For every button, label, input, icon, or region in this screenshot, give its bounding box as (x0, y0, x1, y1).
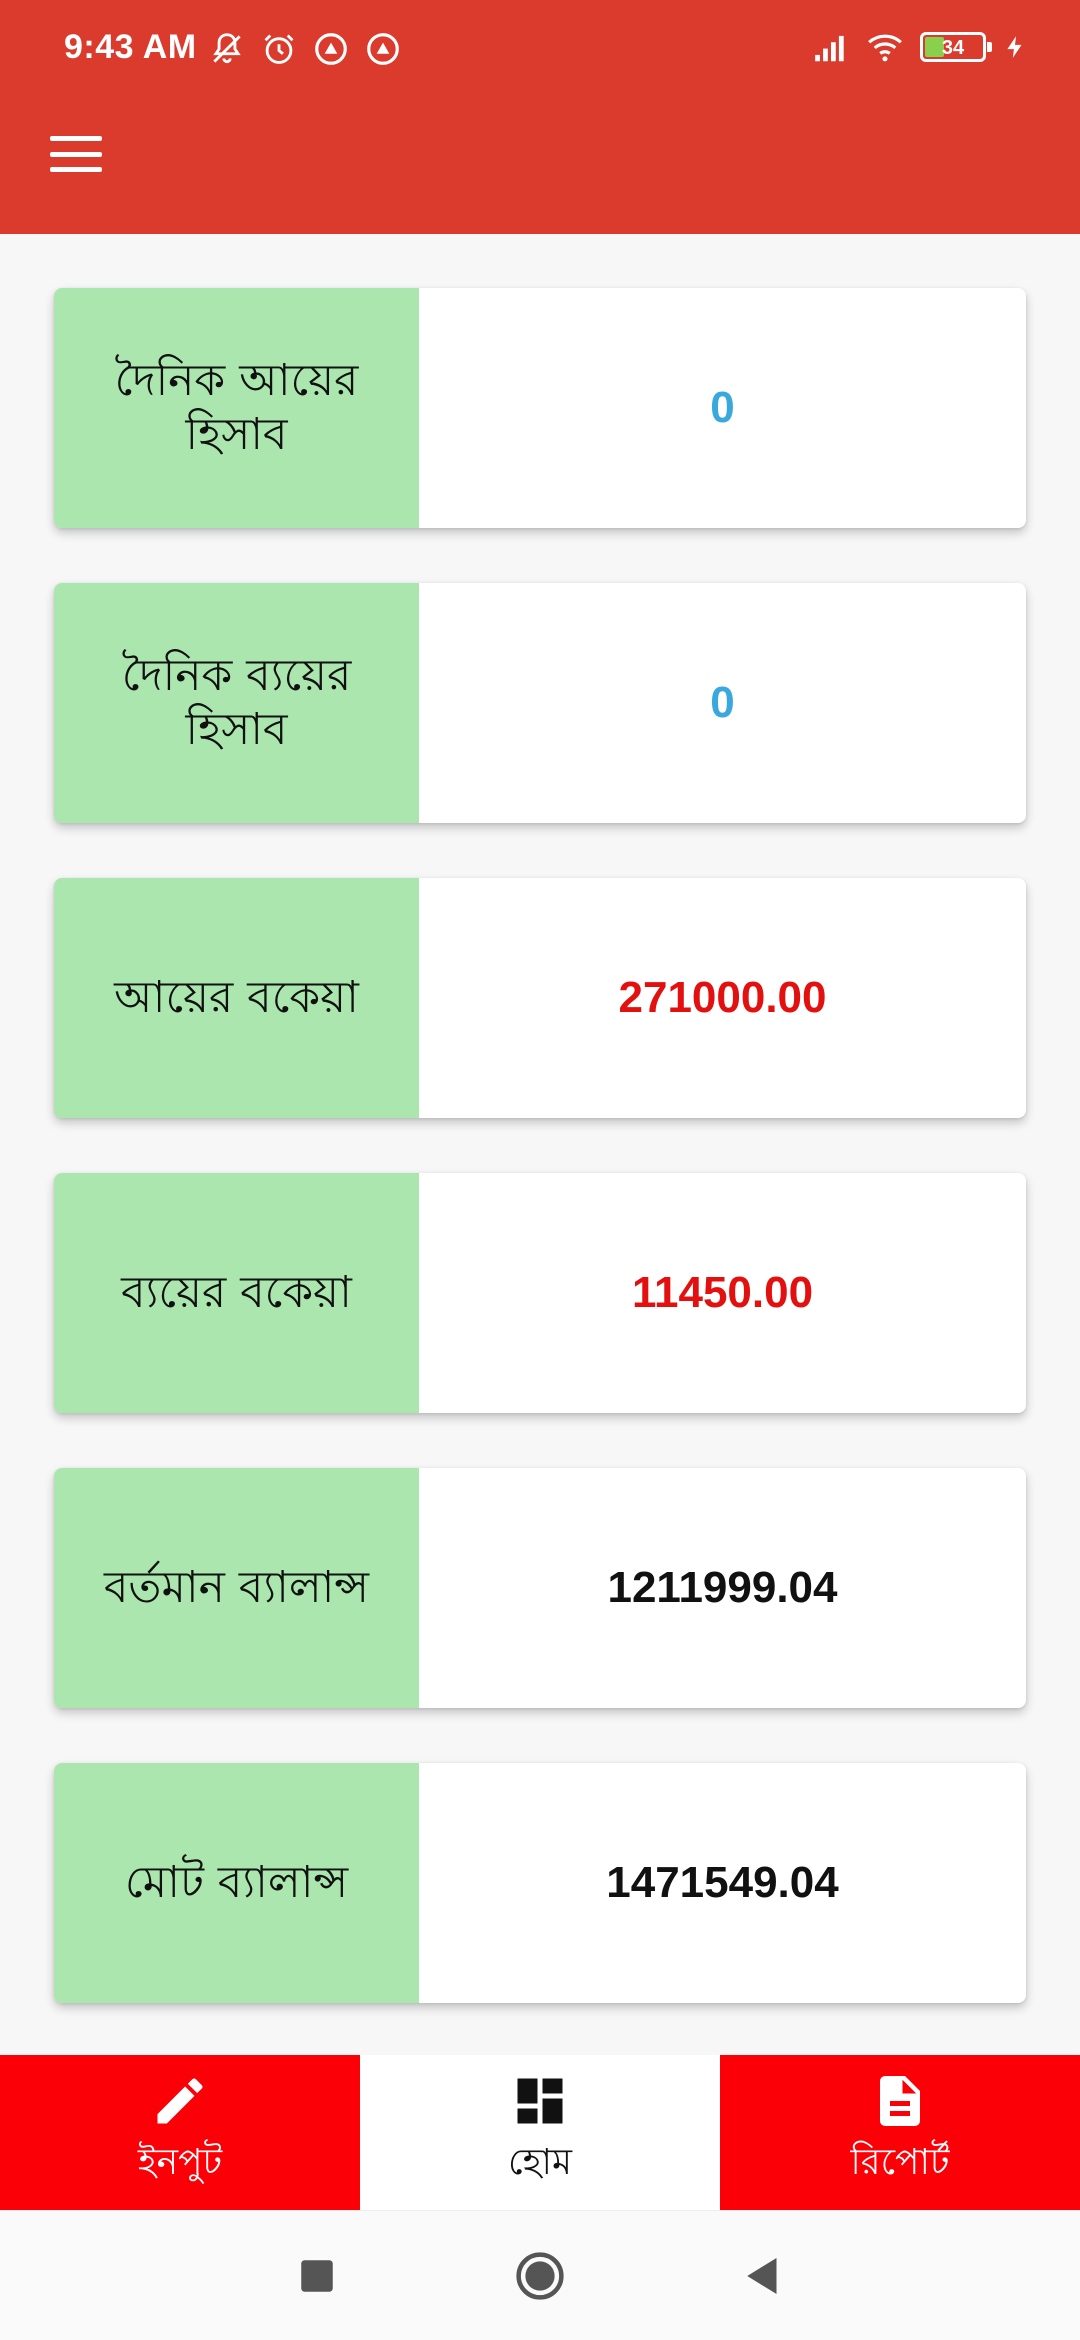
menu-line (50, 136, 102, 141)
menu-line (50, 167, 102, 172)
alarm-icon (264, 34, 294, 64)
app-notification-icon (367, 33, 399, 65)
document-icon (880, 2075, 920, 2126)
card-daily-expense[interactable]: দৈনিক ব্যয়ের হিসাব 0 (54, 583, 1026, 823)
nav-home-label: হোম (508, 2141, 572, 2183)
mute-icon (213, 33, 241, 64)
summary-cards: দৈনিক আয়ের হিসাব 0 দৈনিক ব্যয়ের হিসাব … (54, 288, 1026, 2058)
status-bar: 9:43 AM 34 (0, 0, 1080, 100)
nav-input-label: ইনপুট (137, 2141, 223, 2183)
signal-icon (815, 35, 844, 62)
charging-icon (1007, 36, 1022, 58)
status-time: 9:43 AM (64, 28, 197, 66)
card-value: 0 (710, 678, 735, 727)
hamburger-menu-icon[interactable] (44, 126, 108, 182)
card-value: 1471549.04 (606, 1858, 839, 1907)
home-icon[interactable] (513, 2249, 567, 2303)
back-icon[interactable] (736, 2249, 790, 2303)
battery-text: 34 (941, 37, 965, 59)
card-label: মোট ব্যালান্স (54, 1763, 419, 2003)
card-daily-income[interactable]: দৈনিক আয়ের হিসাব 0 (54, 288, 1026, 528)
wifi-icon (868, 34, 902, 62)
card-value: 11450.00 (631, 1268, 814, 1317)
app-notification-icon (315, 33, 347, 65)
card-label: ব্যয়ের বকেয়া (54, 1173, 419, 1413)
status-icons-right: 34 (812, 28, 1028, 66)
nav-report[interactable]: রিপোর্ট (720, 2055, 1080, 2210)
dashboard-icon (517, 2078, 563, 2123)
card-current-balance[interactable]: বর্তমান ব্যালান্স 1211999.04 (54, 1468, 1026, 1708)
nav-input[interactable]: ইনপুট (0, 2055, 360, 2210)
card-label: আয়ের বকেয়া (54, 878, 419, 1118)
menu-line (50, 151, 102, 157)
card-value: 1211999.04 (607, 1563, 838, 1612)
card-label: দৈনিক ব্যয়ের হিসাব (54, 583, 419, 823)
card-value: 0 (710, 383, 735, 432)
nav-home[interactable]: হোম (360, 2055, 720, 2210)
app-header: 9:43 AM 34 (0, 0, 1080, 234)
pencil-icon (157, 2077, 203, 2123)
card-label: বর্তমান ব্যালান্স (54, 1468, 419, 1708)
recents-icon[interactable] (290, 2249, 344, 2303)
battery-icon: 34 (920, 32, 992, 62)
card-expense-due[interactable]: ব্যয়ের বকেয়া 11450.00 (54, 1173, 1026, 1413)
bottom-navigation: ইনপুট হোম রিপোর্ট (0, 2055, 1080, 2210)
card-income-due[interactable]: আয়ের বকেয়া 271000.00 (54, 878, 1026, 1118)
card-total-balance[interactable]: মোট ব্যালান্স 1471549.04 (54, 1763, 1026, 2003)
nav-report-label: রিপোর্ট (850, 2141, 950, 2183)
system-navigation-bar (0, 2210, 1080, 2340)
card-value: 271000.00 (618, 973, 827, 1022)
status-icons-left (208, 30, 402, 68)
card-label: দৈনিক আয়ের হিসাব (54, 288, 419, 528)
